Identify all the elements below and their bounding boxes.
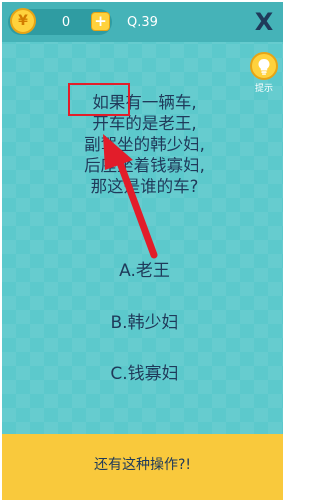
option-c[interactable]: C.钱寡妇 (42, 363, 247, 385)
option-a[interactable]: A.老王 (42, 260, 247, 282)
footer-label: 还有这种操作?! (93, 457, 192, 473)
red-arrow-annotation (103, 134, 158, 259)
option-b[interactable]: B.韩少妇 (42, 312, 247, 334)
game-screen: ¥ 0 + Q.39 X 提示 如果有一辆车, 开车的是老王, 副驾坐的韩少妇,… (2, 2, 283, 500)
footer-banner[interactable]: 还有这种操作?! (2, 434, 283, 500)
